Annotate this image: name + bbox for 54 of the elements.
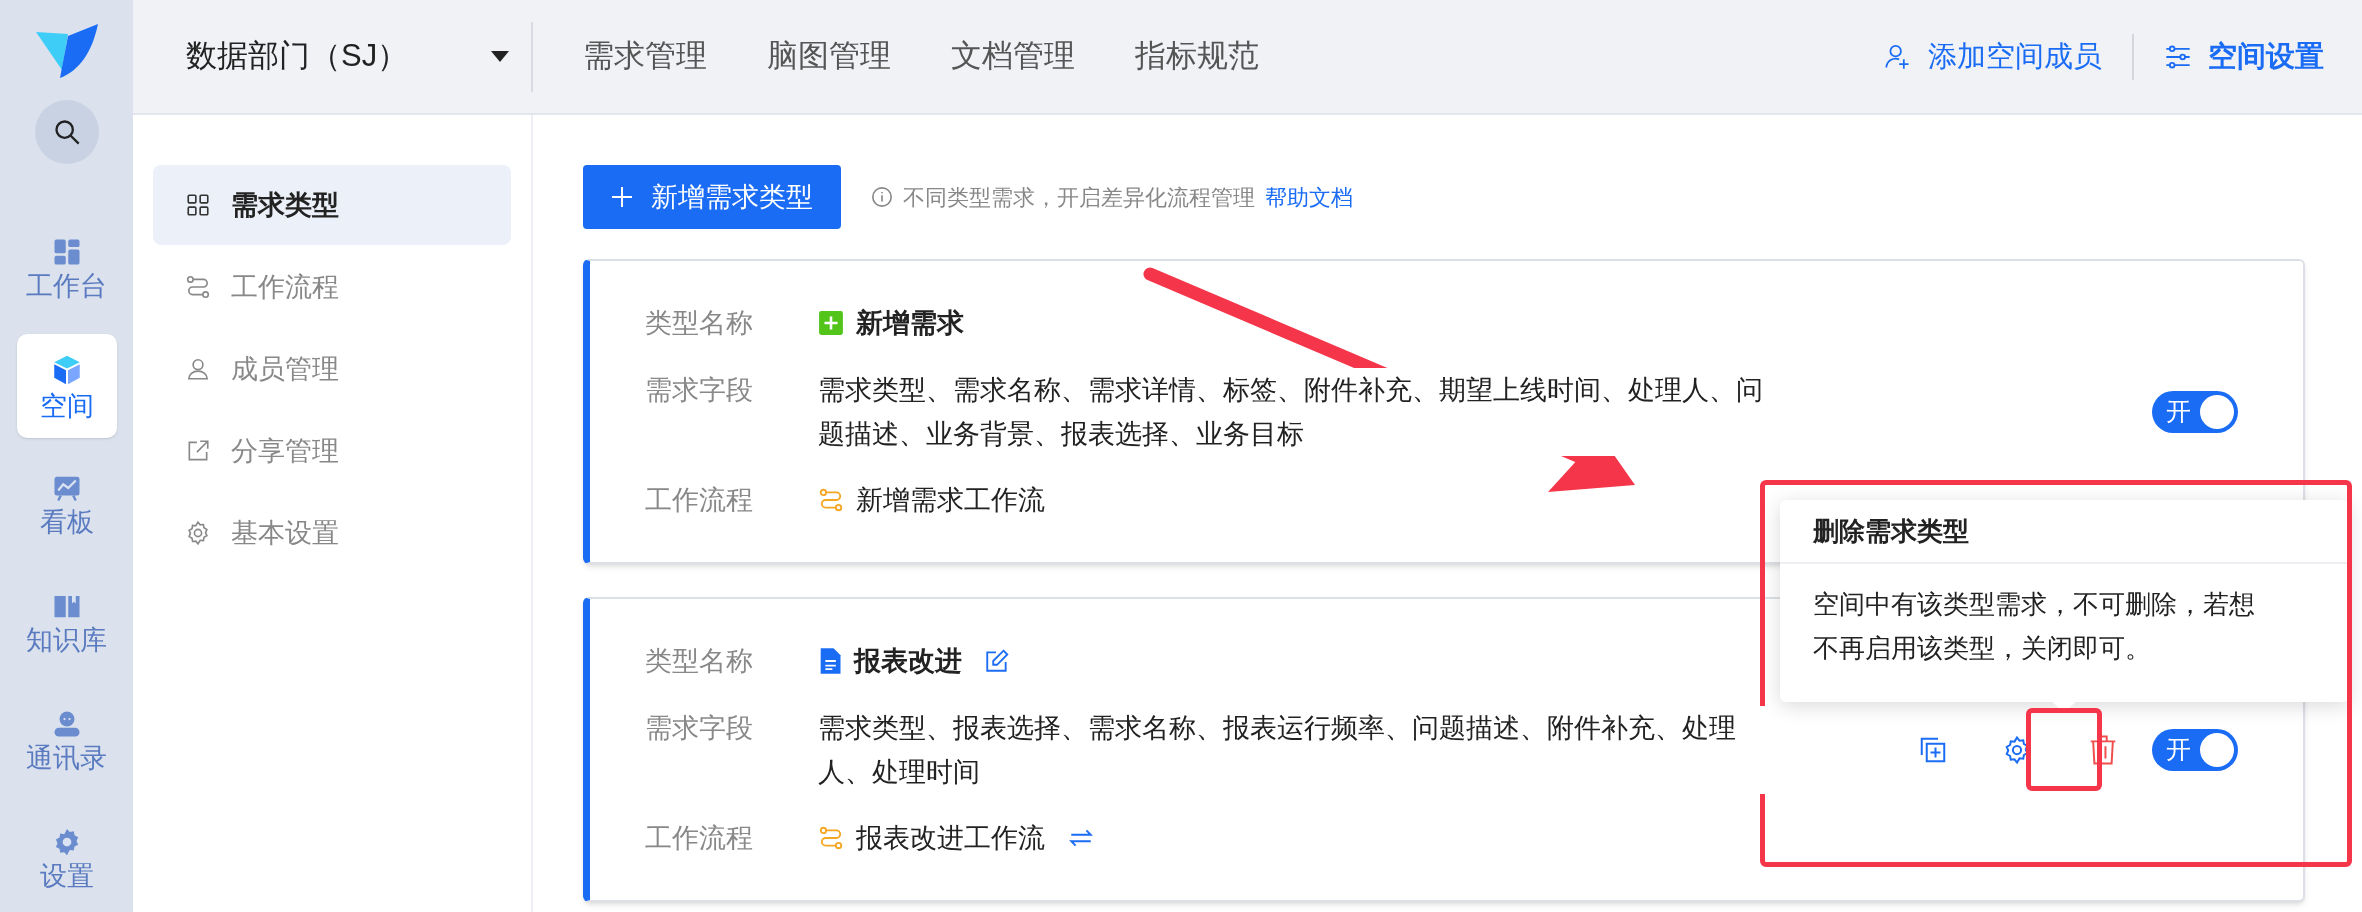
field-label: 需求字段 (645, 711, 754, 745)
plus-icon (611, 186, 633, 208)
field-label: 工作流程 (645, 821, 754, 855)
type-name: 新增需求 (856, 307, 964, 340)
rail-item[interactable]: 空间 (16, 334, 117, 438)
help-link[interactable]: 帮助文档 (1265, 180, 1353, 214)
trash-icon[interactable] (2088, 733, 2118, 766)
toggle-switch[interactable]: 开 (2152, 728, 2238, 771)
info-icon (871, 186, 893, 208)
header-action[interactable]: 添加空间成员 (1884, 34, 2102, 79)
rail-item[interactable]: 设置 (16, 806, 117, 910)
toggle-switch[interactable]: 开 (2152, 390, 2238, 433)
field-label: 需求字段 (645, 373, 754, 407)
add-user-icon (1884, 42, 1912, 71)
user-icon (185, 356, 211, 382)
field-label: 工作流程 (645, 483, 754, 517)
type-name: 报表改进 (854, 645, 962, 678)
sidebar-item[interactable]: 需求类型 (153, 165, 511, 245)
sidebar-item[interactable]: 成员管理 (153, 329, 511, 409)
field-list: 需求类型、报表选择、需求名称、报表运行频率、问题描述、附件补充、处理人、处理时间 (818, 705, 1768, 794)
flow-icon (818, 486, 844, 513)
edit-icon[interactable] (984, 648, 1010, 675)
popover-message: 空间中有该类型需求，不可删除，若想不再启用该类型，关闭即可。 (1812, 588, 2256, 665)
workflow-name: 报表改进工作流 (856, 821, 1045, 855)
rail-item[interactable]: 知识库 (16, 570, 117, 674)
flow-icon (818, 824, 844, 851)
hint-text: 不同类型需求，开启差异化流程管理 (903, 183, 1255, 212)
nav-tab[interactable]: 指标规范 (1135, 33, 1259, 80)
workflow-name: 新增需求工作流 (856, 483, 1045, 517)
sidebar-item[interactable]: 基本设置 (153, 493, 511, 573)
field-label: 类型名称 (645, 307, 754, 340)
plus-square-icon (818, 310, 844, 337)
logo-icon (33, 22, 100, 80)
rail-item[interactable]: 看板 (16, 452, 117, 556)
field-label: 类型名称 (645, 645, 754, 678)
popover-title: 删除需求类型 (1813, 514, 1969, 548)
toggle-knob (2200, 732, 2234, 767)
flow-icon (185, 274, 211, 300)
nav-tab[interactable]: 文档管理 (951, 33, 1075, 80)
settings-icon (185, 520, 211, 546)
grid-icon (185, 192, 211, 218)
toggle-knob (2200, 394, 2234, 429)
sidebar-item[interactable]: 工作流程 (153, 247, 511, 327)
document-icon (818, 647, 842, 676)
rail-item[interactable]: 工作台 (16, 216, 117, 320)
search-icon (52, 118, 81, 146)
header-action[interactable]: 空间设置 (2164, 34, 2324, 79)
caret-icon (491, 50, 509, 63)
add-type-button[interactable]: 新增需求类型 (583, 165, 841, 229)
rail-item[interactable]: 通讯录 (16, 688, 117, 792)
nav-tab[interactable]: 需求管理 (583, 33, 707, 80)
sidebar-item[interactable]: 分享管理 (153, 411, 511, 491)
nav-tab[interactable]: 脑图管理 (767, 33, 891, 80)
space-selector[interactable]: 数据部门（SJ） (133, 21, 533, 92)
